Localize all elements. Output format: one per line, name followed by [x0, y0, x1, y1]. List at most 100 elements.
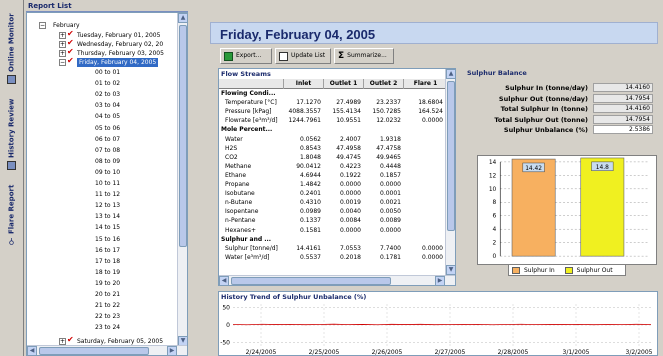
row-label: Water [e³m³/d]: [225, 253, 270, 261]
row-label: Temperature [°C]: [225, 99, 277, 107]
scroll-right-arrow-icon[interactable]: ▶: [435, 276, 445, 286]
tree-hour-item[interactable]: 17 to 18: [95, 257, 120, 266]
table-row[interactable]: Hexanes+ 0.1581 0.0000 0.0000: [219, 227, 455, 236]
table-cell: 4.6944: [300, 171, 321, 179]
grid-horizontal-scrollbar[interactable]: ◀ ▶: [219, 275, 455, 286]
table-cell: 0.1337: [300, 217, 321, 225]
table-row[interactable]: Water 0.0562 2.4007 1.9318: [219, 136, 455, 145]
table-row[interactable]: Isopentane 0.0989 0.0040 0.0050: [219, 208, 455, 217]
tree-hour-item[interactable]: 05 to 06: [95, 124, 120, 133]
tree-horizontal-scrollbar[interactable]: ◀ ▶: [27, 345, 187, 356]
table-cell: 47.4758: [376, 144, 401, 152]
summarize-button[interactable]: Σ Summarize...: [334, 48, 394, 64]
tree-day[interactable]: Wednesday, February 02, 20: [77, 40, 163, 49]
table-row[interactable]: Sulphur [tonne/d] 14.4161 7.0553 7.7400 0.00…: [219, 245, 455, 254]
x-tick-label: 2/27/2005: [435, 349, 466, 356]
tree-hour-item[interactable]: 15 to 16: [95, 235, 120, 244]
table-cell: 14.4161: [296, 244, 321, 252]
scroll-left-arrow-icon[interactable]: ◀: [219, 276, 229, 286]
scroll-down-arrow-icon[interactable]: ▼: [446, 265, 456, 275]
tab-history-review-label: History Review: [7, 98, 16, 158]
collapse-day-toggle[interactable]: −: [59, 59, 66, 66]
table-row[interactable]: Sulphur and ...: [219, 236, 455, 245]
tree-hour-item[interactable]: 01 to 02: [95, 79, 120, 88]
column-header-outlet-1[interactable]: Outlet 1: [323, 79, 363, 89]
tree-day[interactable]: Thursday, February 03, 2005: [77, 49, 164, 58]
table-row[interactable]: Ethane 4.6944 0.1922 0.1857: [219, 172, 455, 181]
export-button[interactable]: Export...: [220, 48, 272, 64]
report-list-tree[interactable]: − February + ✔ Tuesday, February 01, 200…: [26, 12, 188, 356]
scroll-up-arrow-icon[interactable]: ▲: [178, 13, 188, 23]
tree-hour-item[interactable]: 07 to 08: [95, 146, 120, 155]
scroll-left-arrow-icon[interactable]: ◀: [27, 346, 37, 356]
table-row[interactable]: Temperature [°C] 17.1270 27.4989 23.2337 18.…: [219, 99, 455, 108]
tree-hour-item[interactable]: 22 to 23: [95, 312, 120, 321]
collapse-month-toggle[interactable]: −: [39, 22, 46, 29]
grid-vertical-scrollbar[interactable]: ▲ ▼: [445, 69, 456, 275]
tree-hour-item[interactable]: 10 to 11: [95, 179, 120, 188]
flow-streams-grid[interactable]: Flow Streams Inlet Outlet 1 Outlet 2 Fla…: [218, 68, 456, 286]
row-label: Pressure [kPag]: [225, 108, 272, 116]
tree-day[interactable]: Tuesday, February 01, 2005: [77, 31, 160, 40]
tree-hour-item[interactable]: 18 to 19: [95, 268, 120, 277]
tab-history-review[interactable]: History Review: [3, 90, 20, 170]
update-list-button[interactable]: Update List: [275, 48, 331, 64]
table-row[interactable]: CO2 1.8048 49.4745 49.9465: [219, 154, 455, 163]
tree-hour-item[interactable]: 08 to 09: [95, 157, 120, 166]
table-row[interactable]: Flowing Condi...: [219, 90, 455, 99]
table-row[interactable]: Isobutane 0.2401 0.0000 0.0001: [219, 190, 455, 199]
row-label: Methane: [225, 162, 252, 170]
expand-day-toggle[interactable]: +: [59, 50, 66, 57]
expand-day-toggle[interactable]: +: [59, 41, 66, 48]
search-icon: ⚲: [7, 237, 16, 246]
scroll-thumb[interactable]: [39, 347, 149, 355]
tree-hour-item[interactable]: 13 to 14: [95, 212, 120, 221]
sulphur-balance-title: Sulphur Balance: [467, 69, 527, 77]
tree-hour-item[interactable]: 00 to 01: [95, 68, 120, 77]
table-cell: 0.0000: [422, 253, 443, 261]
tree-hour-item[interactable]: 16 to 17: [95, 246, 120, 255]
scroll-thumb[interactable]: [231, 277, 391, 285]
table-row[interactable]: Mole Percent...: [219, 126, 455, 135]
row-label: Mole Percent...: [221, 126, 273, 134]
table-row[interactable]: Methane 90.0412 0.4223 0.4448: [219, 163, 455, 172]
tree-hour-item[interactable]: 06 to 07: [95, 135, 120, 144]
tree-hour-item[interactable]: 09 to 10: [95, 168, 120, 177]
table-row[interactable]: n-Pentane 0.1337 0.0084 0.0089: [219, 217, 455, 226]
tree-hour-item[interactable]: 14 to 15: [95, 223, 120, 232]
tree-hour-item[interactable]: 04 to 05: [95, 112, 120, 121]
scroll-thumb[interactable]: [179, 25, 187, 247]
column-header-outlet-2[interactable]: Outlet 2: [363, 79, 403, 89]
tree-hour-item[interactable]: 20 to 21: [95, 290, 120, 299]
table-row[interactable]: Water [e³m³/d] 0.5537 0.2018 0.1781 0.0000: [219, 254, 455, 263]
legend-label: Sulphur In: [524, 266, 555, 274]
table-cell: 12.0232: [376, 117, 401, 125]
column-header-inlet[interactable]: Inlet: [283, 79, 323, 89]
table-cell: 27.4989: [336, 99, 361, 107]
table-row[interactable]: Pressure [kPag] 4088.3557 155.4134 150.7285…: [219, 108, 455, 117]
table-row[interactable]: Propane 1.4842 0.0000 0.0000: [219, 181, 455, 190]
scroll-right-arrow-icon[interactable]: ▶: [167, 346, 177, 356]
tree-day-selected[interactable]: Friday, February 04, 2005: [77, 58, 159, 67]
excel-icon: [224, 51, 233, 61]
expand-day-toggle[interactable]: +: [59, 338, 66, 345]
tree-hour-item[interactable]: 12 to 13: [95, 201, 120, 210]
column-header-flare-1[interactable]: Flare 1: [403, 79, 447, 89]
table-row[interactable]: Flowrate [e³m³/d] 1244.7961 10.9551 12.0232…: [219, 117, 455, 126]
tab-flare-report[interactable]: ⚲ Flare Report: [3, 178, 20, 246]
tree-hour-item[interactable]: 19 to 20: [95, 279, 120, 288]
scroll-thumb[interactable]: [447, 81, 455, 231]
tree-vertical-scrollbar[interactable]: ▲ ▼: [177, 13, 188, 346]
expand-day-toggle[interactable]: +: [59, 32, 66, 39]
tab-online-monitor[interactable]: Online Monitor: [3, 4, 20, 84]
tree-hour-item[interactable]: 21 to 22: [95, 301, 120, 310]
bar-sulphur-out: [580, 157, 625, 257]
tree-hour-item[interactable]: 11 to 12: [95, 190, 120, 199]
tree-hour-item[interactable]: 03 to 04: [95, 101, 120, 110]
tree-hour-item[interactable]: 02 to 03: [95, 90, 120, 99]
table-row[interactable]: n-Butane 0.4310 0.0019 0.0021: [219, 199, 455, 208]
scroll-up-arrow-icon[interactable]: ▲: [446, 69, 456, 79]
table-row[interactable]: H2S 0.8543 47.4958 47.4758: [219, 145, 455, 154]
table-cell: 10.9551: [336, 117, 361, 125]
tree-hour-item[interactable]: 23 to 24: [95, 323, 120, 332]
